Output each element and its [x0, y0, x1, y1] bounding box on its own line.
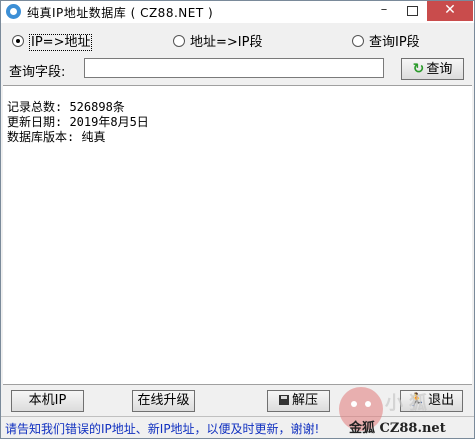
query-field-label: 查询字段: [9, 65, 66, 80]
unpack-button-label: 解压 [291, 393, 318, 408]
floppy-disk-icon [278, 395, 289, 405]
unpack-button[interactable]: 解压 [267, 390, 330, 412]
main-window: 纯真IP地址数据库 ( CZ88.NET ) – ✕ IP=>地址 地址=>IP… [0, 0, 475, 439]
watermark-brand: 金狐 CZ88.net [349, 421, 446, 436]
window-title: 纯真IP地址数据库 ( CZ88.NET ) [27, 6, 214, 20]
radio-ip-to-address[interactable]: IP=>地址 [12, 34, 93, 51]
local-ip-button[interactable]: 本机IP [11, 390, 84, 412]
app-logo-icon [6, 4, 21, 19]
output-line-db-version: 数据库版本: 纯真 [7, 130, 106, 144]
result-output[interactable]: 记录总数: 526898条 更新日期: 2019年8月5日 数据库版本: 纯真 [3, 85, 472, 385]
close-button[interactable]: ✕ [427, 1, 473, 21]
radio-label: 地址=>IP段 [190, 35, 263, 50]
radio-unchecked-icon [352, 35, 364, 47]
title-bar[interactable]: 纯真IP地址数据库 ( CZ88.NET ) – ✕ [1, 1, 474, 23]
query-input[interactable] [84, 58, 384, 78]
query-button-label: 查询 [426, 62, 453, 77]
online-upgrade-button[interactable]: 在线升级 [132, 390, 195, 412]
output-line-record-count: 记录总数: 526898条 [7, 100, 125, 114]
status-message: 请告知我们错误的IP地址、新IP地址，以便及时更新，谢谢! [5, 422, 320, 436]
refresh-icon: ↻ [412, 61, 425, 77]
radio-query-ip-range[interactable]: 查询IP段 [352, 35, 420, 51]
watermark: 小狐 金狐 CZ88.net [339, 387, 474, 437]
radio-checked-icon [12, 35, 24, 47]
minimize-button[interactable]: – [371, 1, 397, 21]
query-button[interactable]: ↻ 查询 [401, 58, 464, 80]
maximize-button[interactable] [399, 1, 425, 21]
radio-unchecked-icon [173, 35, 185, 47]
radio-label: IP=>地址 [29, 34, 93, 51]
output-line-update-date: 更新日期: 2019年8月5日 [7, 115, 149, 129]
radio-label: 查询IP段 [369, 35, 420, 50]
radio-address-to-ip-range[interactable]: 地址=>IP段 [173, 35, 262, 51]
watermark-text: 小狐 [385, 393, 433, 414]
maximize-icon [406, 6, 418, 16]
